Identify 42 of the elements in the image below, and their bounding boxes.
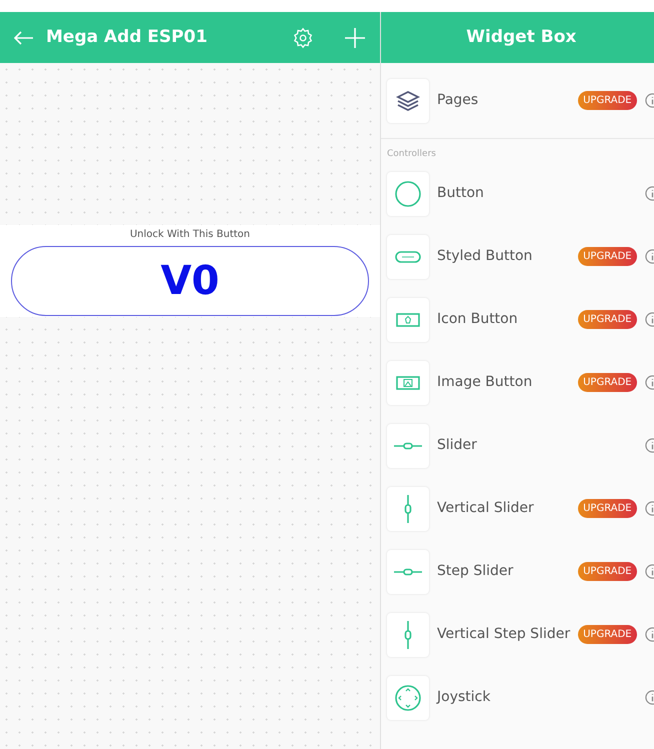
widget-list-item[interactable]: Button (381, 162, 654, 225)
widget-list-item[interactable]: Image Button UPGRADE (381, 351, 654, 414)
widget-name: Step Slider (437, 562, 514, 581)
widget-list-item[interactable]: Joystick (381, 666, 654, 729)
upgrade-badge[interactable]: UPGRADE (578, 91, 637, 110)
upgrade-badge[interactable]: UPGRADE (578, 373, 637, 392)
widget-list-item[interactable]: Icon Button UPGRADE (381, 288, 654, 351)
upgrade-badge[interactable]: UPGRADE (578, 625, 637, 644)
button-widget[interactable]: Unlock With This Button V0 (0, 225, 380, 317)
widget-name: Pages (437, 91, 480, 110)
widget-list-item[interactable]: Vertical Slider UPGRADE (381, 477, 654, 540)
widget-name: Vertical Step Slider (437, 625, 570, 644)
widget-name: Button (437, 184, 485, 203)
upgrade-badge[interactable]: UPGRADE (578, 499, 637, 518)
joystick-icon (394, 684, 422, 712)
project-title: Mega Add ESP01 (46, 26, 208, 49)
pin-button[interactable]: V0 (11, 246, 369, 316)
vertical-slider-icon (404, 620, 412, 648)
back-arrow-icon[interactable] (14, 30, 34, 44)
widget-list-item[interactable]: Slider (381, 414, 654, 477)
widget-name: Vertical Slider (437, 499, 535, 518)
widget-name: Styled Button (437, 247, 534, 266)
widget-name: Image Button (437, 373, 534, 392)
widget-list-item[interactable]: Vertical Step Slider UPGRADE (381, 603, 654, 666)
add-icon[interactable] (344, 26, 366, 48)
widget-list-item[interactable]: Pages UPGRADE (381, 69, 654, 132)
panel-title: Widget Box (466, 26, 576, 49)
widget-name: Joystick (437, 688, 492, 707)
widget-name: Slider (437, 436, 478, 455)
widget-list-item[interactable]: Styled Button UPGRADE (381, 225, 654, 288)
section-label: Controllers (387, 149, 436, 159)
upgrade-badge[interactable]: UPGRADE (578, 310, 637, 329)
upgrade-badge[interactable]: UPGRADE (578, 247, 637, 266)
upgrade-badge[interactable]: UPGRADE (578, 562, 637, 581)
settings-icon[interactable] (292, 26, 314, 48)
widget-label: Unlock With This Button (130, 228, 250, 242)
vertical-slider-icon (404, 494, 412, 522)
circle-icon (394, 180, 422, 208)
slider-icon (394, 568, 422, 576)
widget-list-item[interactable]: Step Slider UPGRADE (381, 540, 654, 603)
widget-name: Icon Button (437, 310, 519, 329)
slider-icon (394, 442, 422, 450)
